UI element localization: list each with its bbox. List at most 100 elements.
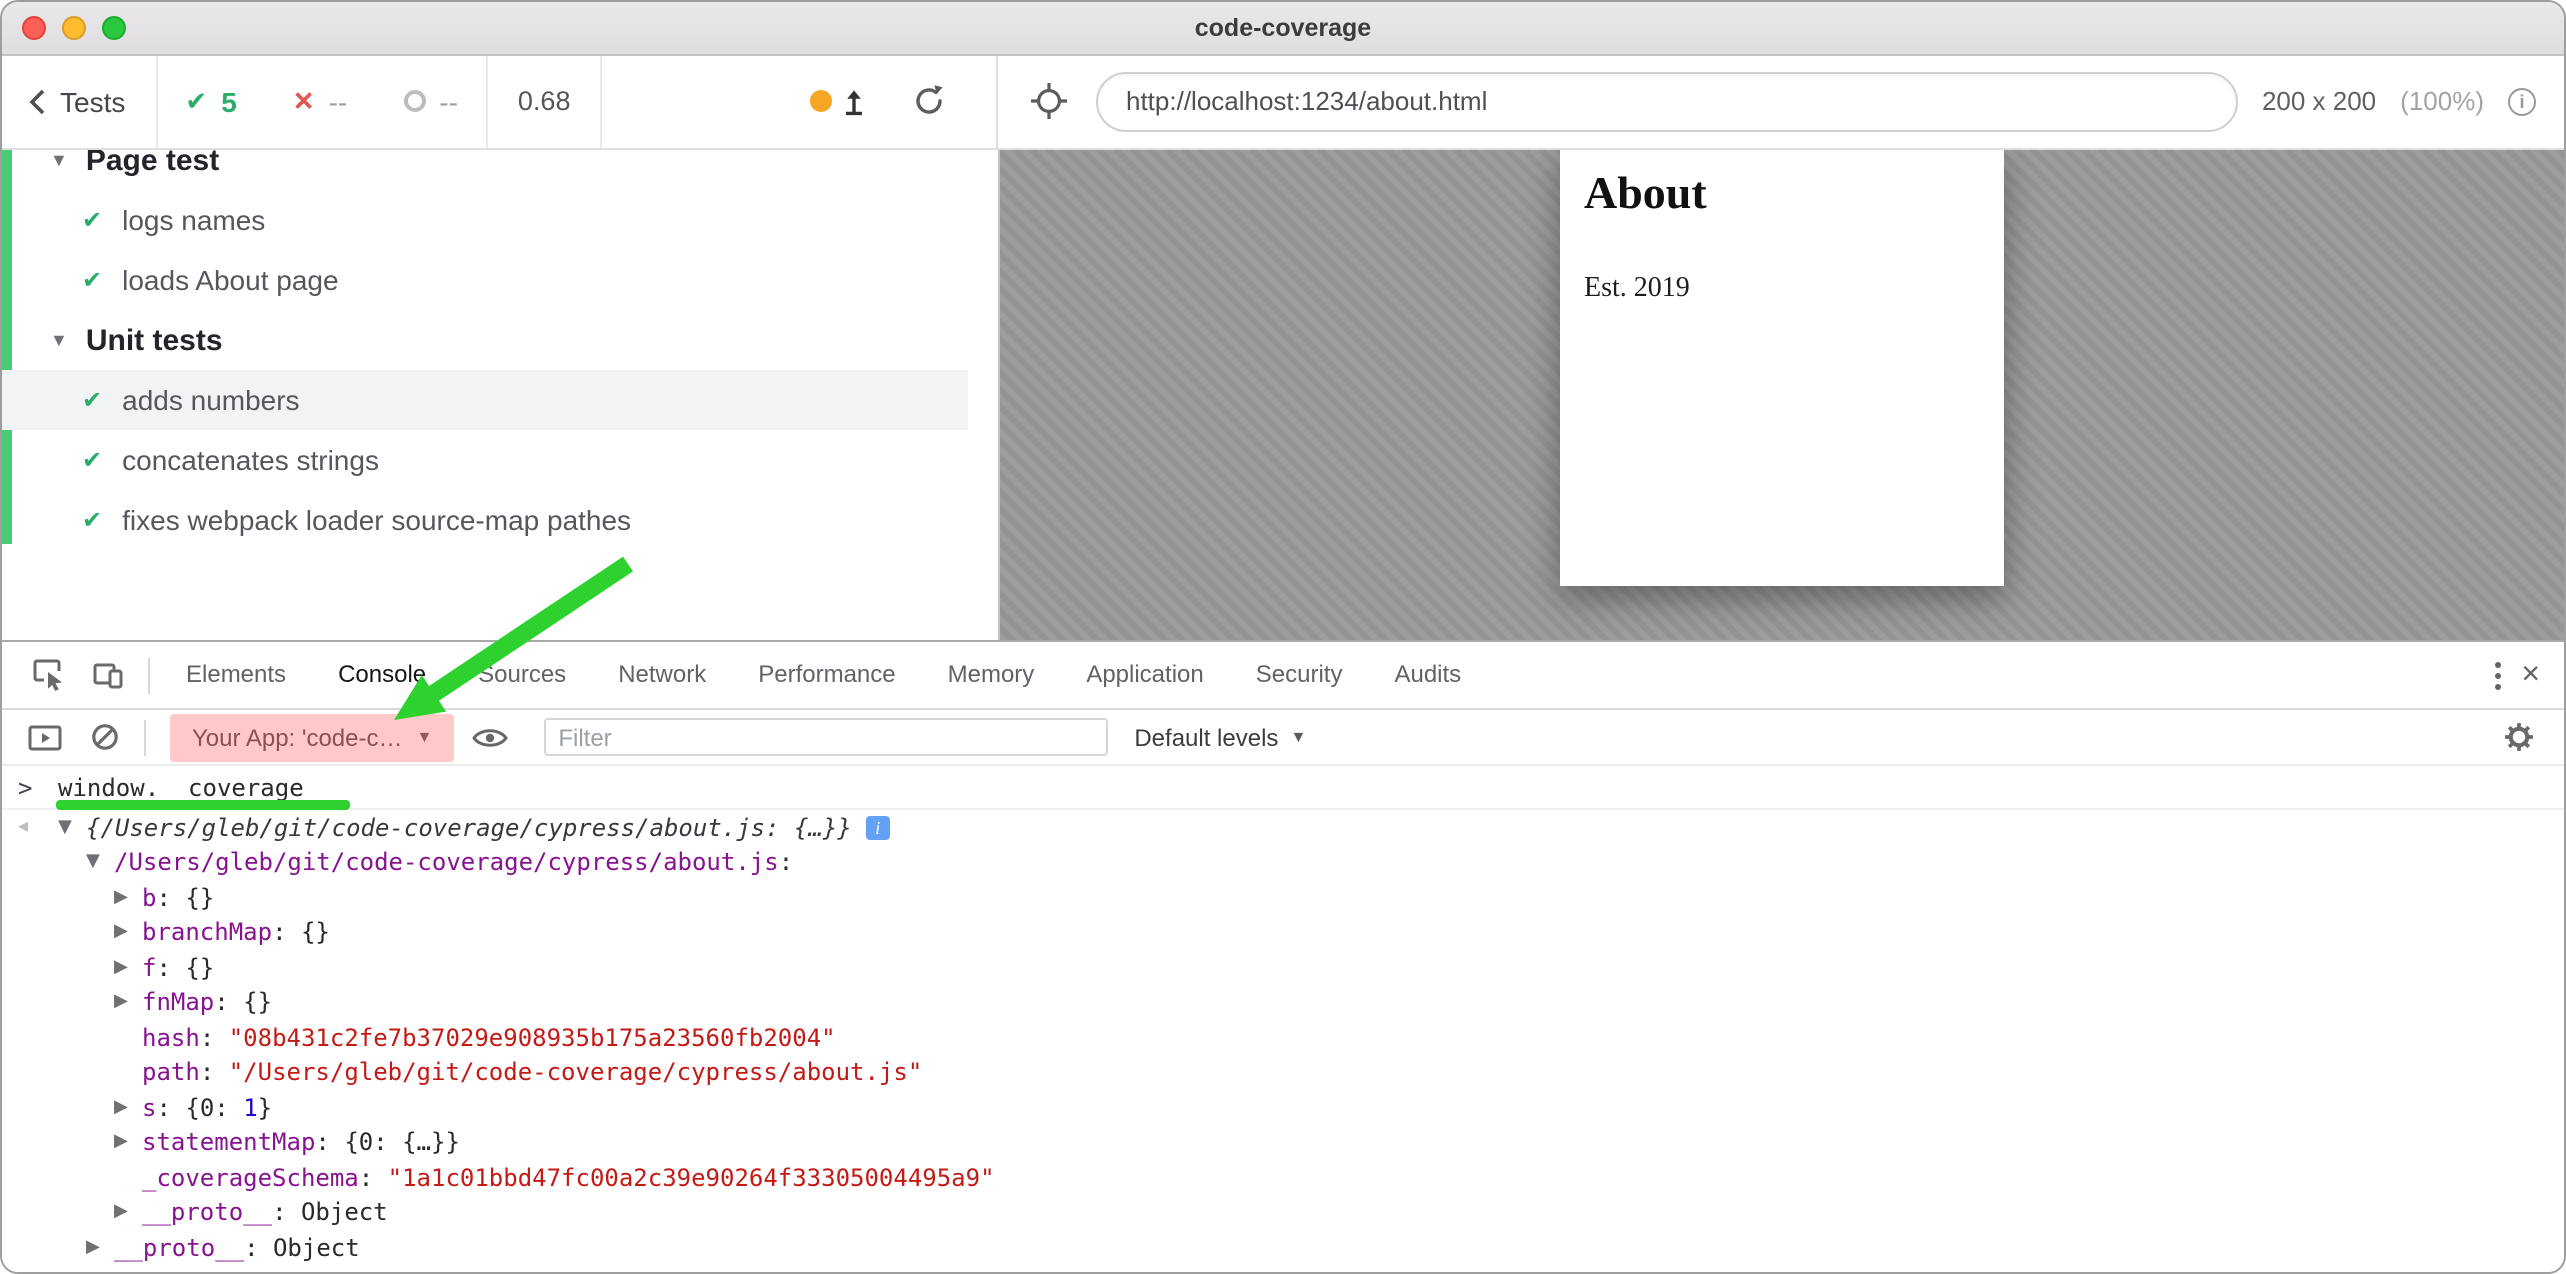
divider bbox=[600, 54, 602, 148]
expander-icon[interactable]: ▼ bbox=[86, 853, 114, 873]
console-text-key: fnMap bbox=[142, 989, 214, 1017]
collapse-caret-icon: ▼ bbox=[50, 150, 68, 170]
info-icon[interactable]: i bbox=[2508, 87, 2536, 115]
suite-header[interactable]: ▼Page test bbox=[2, 148, 968, 190]
check-icon: ✔ bbox=[82, 446, 102, 474]
tab-console[interactable]: Console bbox=[312, 642, 452, 708]
expander-icon[interactable]: ▼ bbox=[58, 818, 86, 838]
console-sidebar-toggle[interactable] bbox=[14, 723, 76, 751]
inspect-cursor-icon bbox=[32, 658, 64, 692]
console-text-plain: : bbox=[156, 884, 185, 912]
clear-console-button[interactable] bbox=[76, 722, 134, 752]
inspect-element-button[interactable] bbox=[18, 658, 78, 692]
expander-icon[interactable]: ▶ bbox=[114, 958, 142, 978]
test-row[interactable]: ✔logs names bbox=[2, 190, 968, 250]
reload-button[interactable] bbox=[890, 84, 968, 118]
expander-icon[interactable]: ▶ bbox=[114, 1133, 142, 1153]
check-icon: ✔ bbox=[185, 85, 207, 117]
live-expression-button[interactable] bbox=[464, 725, 516, 749]
test-label: logs names bbox=[122, 204, 265, 236]
console-text-key: _coverageSchema bbox=[142, 1164, 359, 1192]
test-label: loads About page bbox=[122, 264, 338, 296]
console-line[interactable]: ▶f: {} bbox=[2, 950, 2564, 985]
console-sidebar-icon bbox=[28, 723, 62, 751]
viewport-zoom: (100%) bbox=[2400, 86, 2484, 116]
traffic-lights bbox=[22, 16, 126, 40]
console-filter-input[interactable] bbox=[544, 718, 1108, 756]
runner-toolbar: Tests ✔ 5 ✕ -- -- 0.68 bbox=[2, 54, 2564, 150]
expander-icon[interactable]: ▶ bbox=[114, 1098, 142, 1118]
console-text-key: f bbox=[142, 954, 156, 982]
console-line[interactable]: ▶s: {0: 1} bbox=[2, 1090, 2564, 1125]
close-window-button[interactable] bbox=[22, 16, 46, 40]
tab-memory[interactable]: Memory bbox=[922, 642, 1061, 708]
expander-icon[interactable]: ▶ bbox=[86, 1238, 114, 1258]
expander-icon[interactable]: ▶ bbox=[114, 1203, 142, 1223]
console-command-row[interactable]: > window.__coverage__ bbox=[2, 766, 2564, 810]
console-line[interactable]: ▶__proto__: Object bbox=[2, 1230, 2564, 1265]
minimize-window-button[interactable] bbox=[62, 16, 86, 40]
device-toolbar-button[interactable] bbox=[78, 660, 138, 690]
titlebar: code-coverage bbox=[2, 2, 2564, 56]
test-row[interactable]: ✔concatenates strings bbox=[2, 430, 968, 490]
kebab-menu-icon[interactable] bbox=[2493, 659, 2501, 691]
fullscreen-window-button[interactable] bbox=[102, 16, 126, 40]
expander-icon[interactable]: ▶ bbox=[114, 888, 142, 908]
clear-console-icon bbox=[90, 722, 120, 752]
tab-network[interactable]: Network bbox=[592, 642, 732, 708]
test-row[interactable]: ✔ loads About page bbox=[2, 250, 968, 310]
evaluated-info-icon[interactable]: i bbox=[866, 816, 890, 840]
check-icon: ✔ bbox=[82, 386, 102, 414]
check-icon: ✔ bbox=[82, 266, 102, 294]
passed-count: 5 bbox=[221, 85, 237, 117]
test-list: ▼Page test✔logs names✔loads About page▼U… bbox=[2, 148, 968, 550]
url-bar[interactable]: http://localhost:1234/about.html bbox=[1096, 71, 2238, 131]
devtools-tab-bar: ElementsConsoleSourcesNetworkPerformance… bbox=[2, 642, 2564, 710]
tab-application[interactable]: Application bbox=[1060, 642, 1229, 708]
selector-playground-button[interactable] bbox=[1026, 82, 1072, 120]
console-text-key: path bbox=[142, 1059, 200, 1087]
expander-icon[interactable]: ▶ bbox=[114, 993, 142, 1013]
back-to-tests-button[interactable]: Tests bbox=[2, 54, 155, 148]
test-row[interactable]: ✔fixes webpack loader source-map pathes bbox=[2, 490, 968, 550]
console-line[interactable]: ▶__proto__: Object bbox=[2, 1195, 2564, 1230]
check-icon: ✔ bbox=[82, 506, 102, 534]
tab-performance[interactable]: Performance bbox=[732, 642, 921, 708]
circle-icon bbox=[403, 90, 425, 112]
suite-header[interactable]: ▼Unit tests bbox=[2, 310, 968, 370]
context-label: Your App: 'code-c… bbox=[192, 723, 403, 751]
divider bbox=[148, 657, 150, 693]
console-text-preview: {/Users/gleb/git/code-coverage/cypress/a… bbox=[86, 814, 852, 842]
console-text-key: s bbox=[142, 1094, 156, 1122]
console-text-object: Object bbox=[301, 1199, 388, 1227]
console-text-key: statementMap bbox=[142, 1129, 315, 1157]
console-line[interactable]: ◂▼{/Users/gleb/git/code-coverage/cypress… bbox=[2, 810, 2564, 845]
console-line[interactable]: ▶b: {} bbox=[2, 880, 2564, 915]
console-line[interactable]: ▶statementMap: {0: {…}} bbox=[2, 1125, 2564, 1160]
tab-elements[interactable]: Elements bbox=[160, 642, 312, 708]
aut-header: http://localhost:1234/about.html 200 x 2… bbox=[998, 54, 2564, 148]
console-text-object: Object bbox=[273, 1234, 360, 1262]
close-devtools-button[interactable]: × bbox=[2521, 659, 2540, 691]
viewport-size: 200 x 200 bbox=[2262, 86, 2376, 116]
console-text-plain: {} bbox=[185, 884, 214, 912]
viewport-indicator[interactable] bbox=[788, 86, 890, 116]
orange-dot-icon bbox=[810, 90, 832, 112]
console-prompt-icon: > bbox=[18, 774, 58, 802]
window-title: code-coverage bbox=[1195, 14, 1371, 42]
console-line[interactable]: ▼/Users/gleb/git/code-coverage/cypress/a… bbox=[2, 845, 2564, 880]
console-text-plain: : bbox=[779, 849, 793, 877]
tab-security[interactable]: Security bbox=[1230, 642, 1369, 708]
test-row[interactable]: ✔adds numbers bbox=[2, 370, 968, 430]
devtools-tabs: ElementsConsoleSourcesNetworkPerformance… bbox=[160, 642, 1487, 708]
console-line[interactable]: ▶fnMap: {} bbox=[2, 985, 2564, 1020]
crosshair-icon bbox=[1030, 82, 1068, 120]
console-settings-button[interactable] bbox=[2504, 722, 2552, 752]
tab-sources[interactable]: Sources bbox=[452, 642, 592, 708]
expander-icon[interactable]: ▶ bbox=[114, 923, 142, 943]
tab-audits[interactable]: Audits bbox=[1368, 642, 1487, 708]
log-levels-dropdown[interactable]: Default levels ▼ bbox=[1134, 723, 1306, 751]
javascript-context-selector[interactable]: Your App: 'code-c… ▼ bbox=[180, 717, 444, 757]
console-line[interactable]: ▶branchMap: {} bbox=[2, 915, 2564, 950]
refresh-icon bbox=[912, 84, 946, 118]
